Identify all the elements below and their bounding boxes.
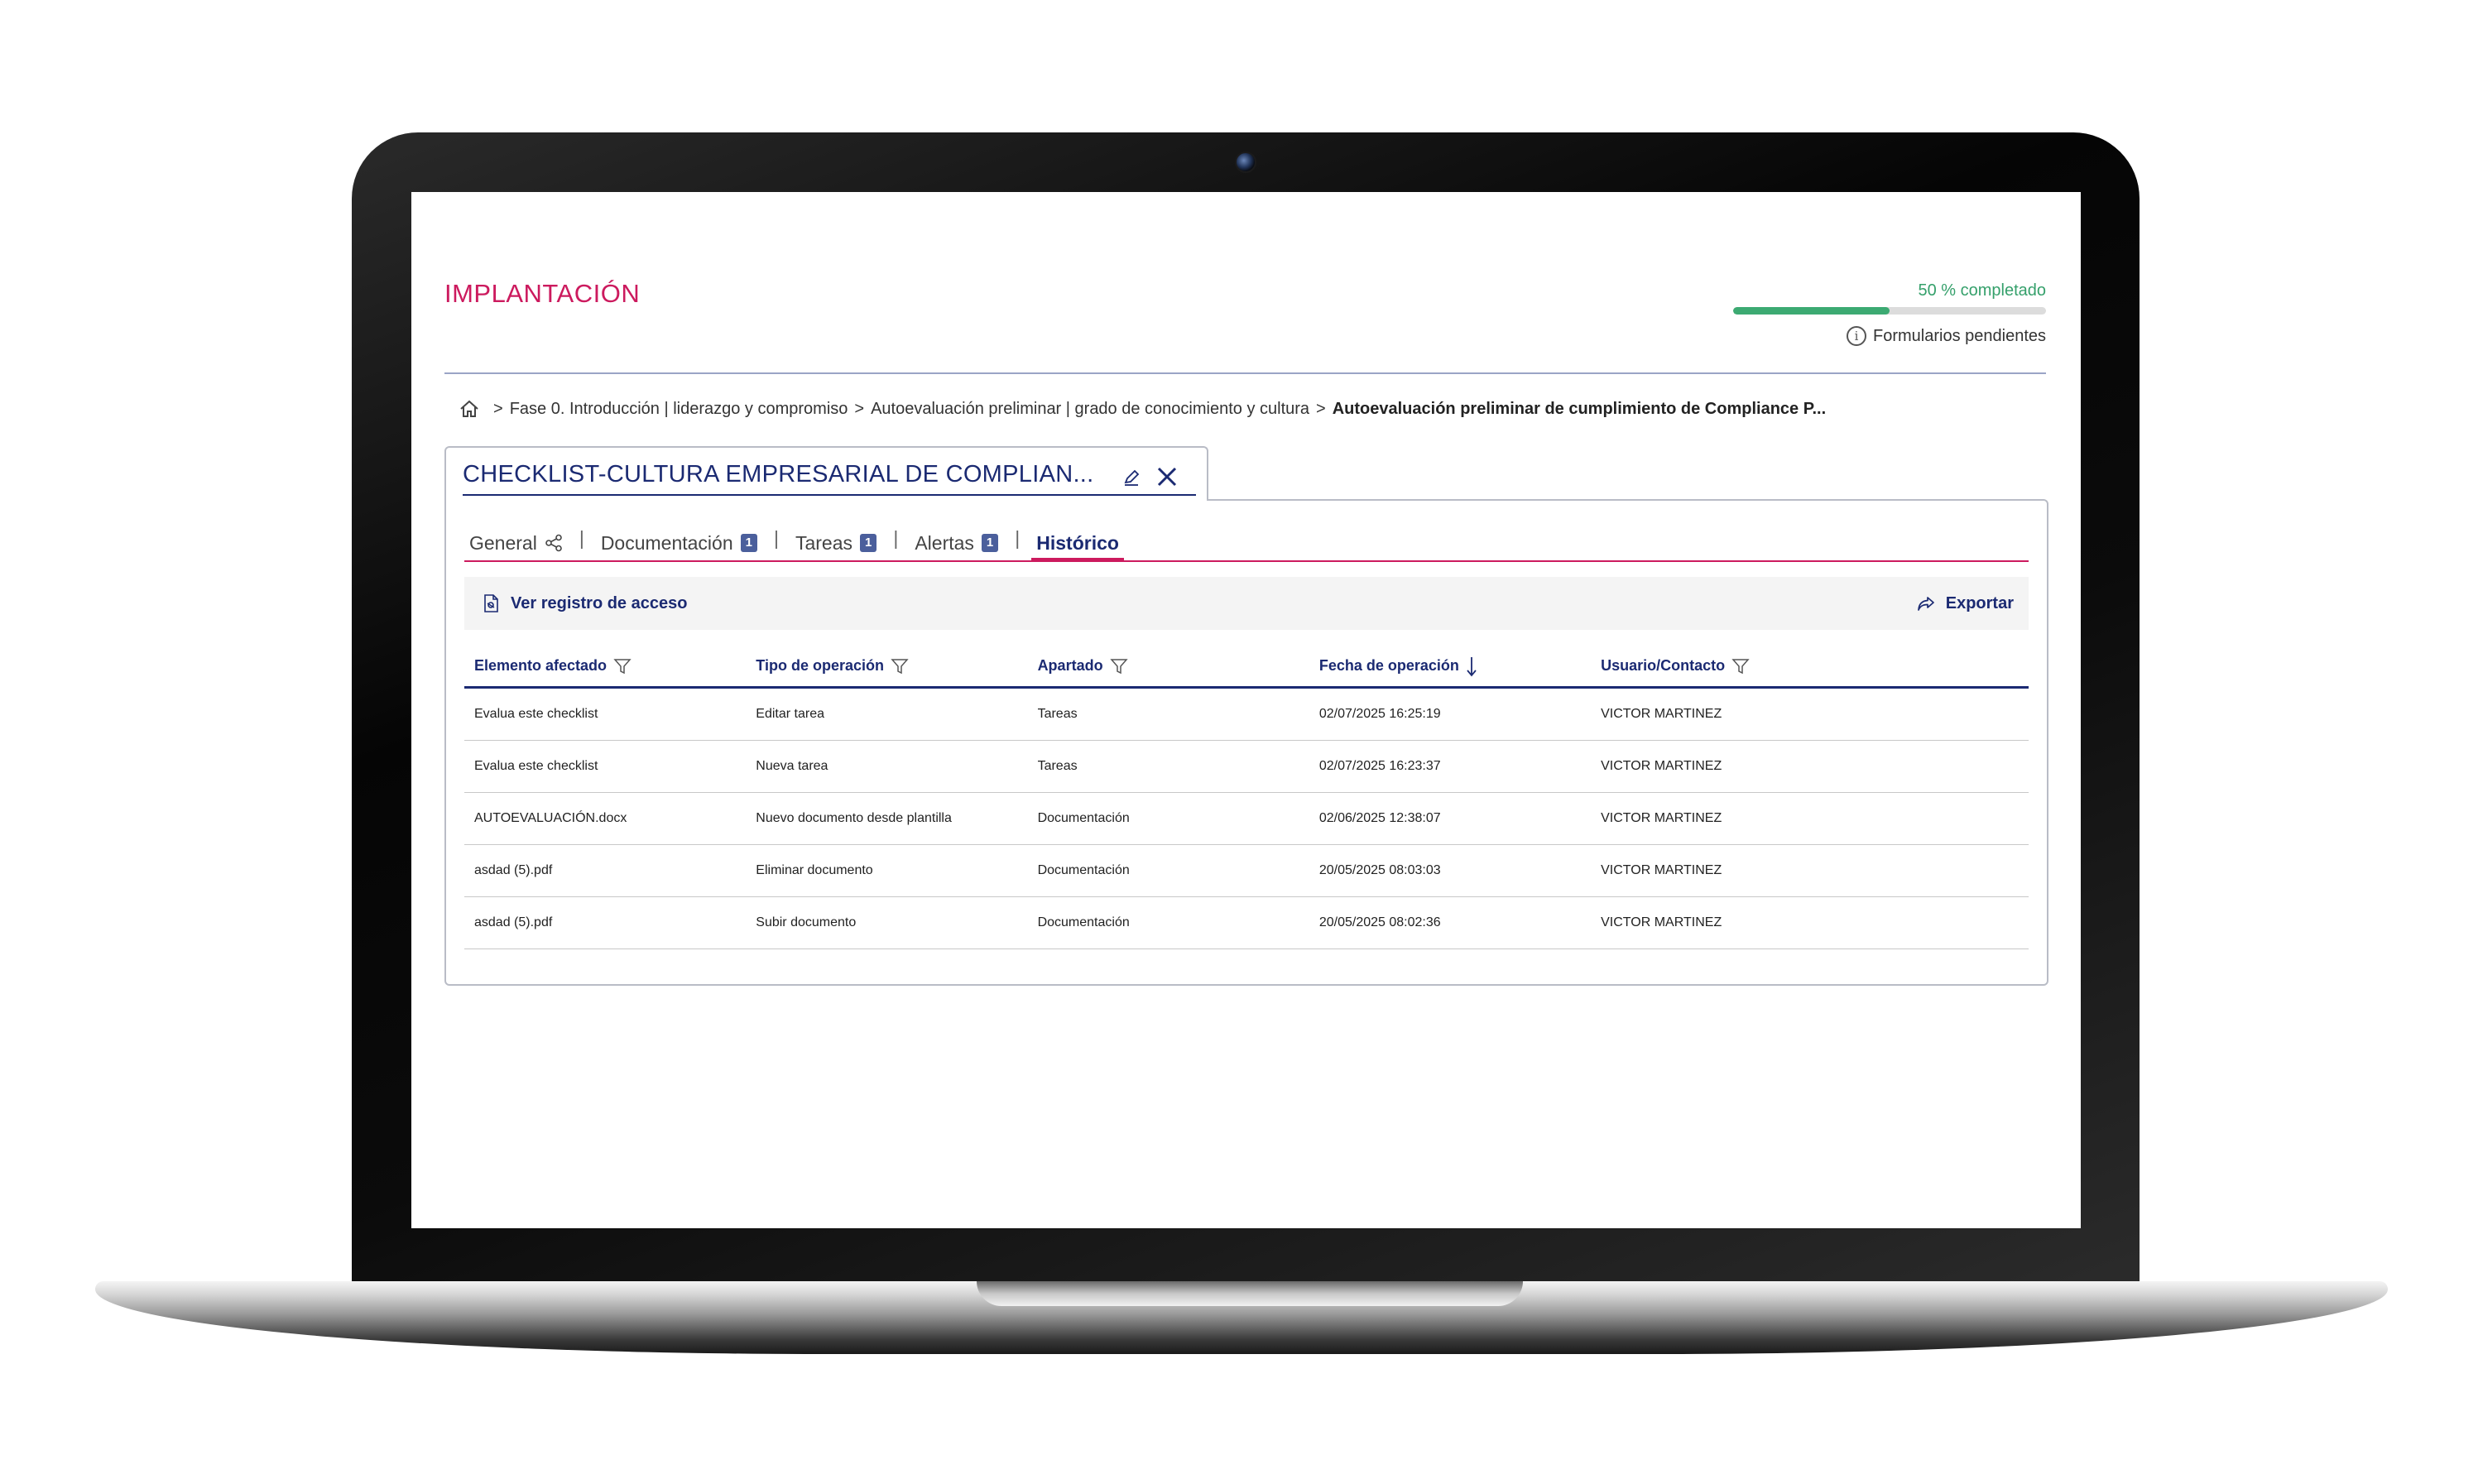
cell-usuario: VICTOR MARTINEZ xyxy=(1601,759,1722,773)
sort-down-icon[interactable] xyxy=(1466,656,1477,677)
column-header-apartado[interactable]: Apartado xyxy=(1028,657,1309,675)
export-icon xyxy=(1917,597,1934,611)
table-row[interactable]: AUTOEVALUACIÓN.docx Nuevo documento desd… xyxy=(464,793,2029,845)
cell-apartado: Documentación xyxy=(1037,863,1130,877)
close-icon[interactable] xyxy=(1155,464,1179,489)
tab-separator: | xyxy=(1015,527,1021,549)
cell-tipo: Nuevo documento desde plantilla xyxy=(756,811,952,825)
history-table: Elemento afectado Tipo de operación Apar… xyxy=(464,646,2029,949)
tab-separator: | xyxy=(773,527,779,549)
breadcrumb-separator: > xyxy=(493,399,503,418)
cell-apartado: Tareas xyxy=(1037,707,1078,721)
table-row[interactable]: Evalua este checklist Editar tarea Tarea… xyxy=(464,689,2029,741)
progress-label: 50 % completado xyxy=(1918,281,2046,300)
screen: IMPLANTACIÓN 50 % completado i Formulari… xyxy=(411,192,2081,1228)
home-icon[interactable] xyxy=(459,399,480,419)
table-row[interactable]: Evalua este checklist Nueva tarea Tareas… xyxy=(464,741,2029,793)
cell-usuario: VICTOR MARTINEZ xyxy=(1601,811,1722,825)
cell-elemento: asdad (5).pdf xyxy=(474,863,553,877)
tab-documentacion[interactable]: Documentación 1 xyxy=(596,526,762,560)
breadcrumb-item[interactable]: Autoevaluación preliminar | grado de con… xyxy=(871,400,1309,419)
breadcrumb: > Fase 0. Introducción | liderazgo y com… xyxy=(459,399,1826,419)
export-button[interactable]: Exportar xyxy=(1916,593,2014,613)
column-header-fecha[interactable]: Fecha de operación xyxy=(1309,656,1591,677)
tab-label: General xyxy=(469,531,537,554)
panel-tab: CHECKLIST-CULTURA EMPRESARIAL DE COMPLIA… xyxy=(444,446,1208,501)
webcam xyxy=(1235,151,1256,173)
cell-fecha: 02/07/2025 16:25:19 xyxy=(1318,707,1441,721)
cell-elemento: Evalua este checklist xyxy=(474,707,598,721)
cell-fecha: 02/07/2025 16:23:37 xyxy=(1318,759,1441,773)
cell-usuario: VICTOR MARTINEZ xyxy=(1601,707,1722,721)
panel-title: CHECKLIST-CULTURA EMPRESARIAL DE COMPLIA… xyxy=(463,461,1094,487)
column-header-elemento[interactable]: Elemento afectado xyxy=(464,657,746,675)
breadcrumb-separator: > xyxy=(1316,399,1326,418)
cell-fecha: 20/05/2025 08:03:03 xyxy=(1318,863,1441,877)
cell-apartado: Documentación xyxy=(1037,811,1130,825)
cell-elemento: Evalua este checklist xyxy=(474,759,598,773)
tab-separator: | xyxy=(893,527,899,549)
filter-icon[interactable] xyxy=(613,657,632,675)
tab-label: Alertas xyxy=(915,531,974,554)
page-title: IMPLANTACIÓN xyxy=(444,279,641,308)
panel: General | Documentación 1 | Tareas 1 | A… xyxy=(444,499,2048,986)
filter-icon[interactable] xyxy=(1731,657,1750,675)
progress-bar xyxy=(1733,307,2046,315)
panel-title-underline xyxy=(463,494,1196,496)
table-header: Elemento afectado Tipo de operación Apar… xyxy=(464,646,2029,689)
progress-section: 50 % completado i Formularios pendientes xyxy=(1723,281,2046,346)
tab-general[interactable]: General xyxy=(464,526,568,560)
share-icon xyxy=(545,534,562,552)
column-label: Apartado xyxy=(1037,657,1103,674)
column-header-usuario[interactable]: Usuario/Contacto xyxy=(1591,657,2029,675)
toolbar: Ver registro de acceso Exportar xyxy=(464,577,2029,630)
export-label: Exportar xyxy=(1945,593,2014,612)
document-icon xyxy=(484,594,498,612)
cell-elemento: asdad (5).pdf xyxy=(474,915,553,929)
tab-label: Histórico xyxy=(1036,531,1119,554)
cell-usuario: VICTOR MARTINEZ xyxy=(1601,863,1722,877)
tab-tareas[interactable]: Tareas 1 xyxy=(790,526,881,560)
tab-historico[interactable]: Histórico xyxy=(1031,526,1124,562)
cell-elemento: AUTOEVALUACIÓN.docx xyxy=(474,811,627,825)
cell-tipo: Editar tarea xyxy=(756,707,824,721)
cell-apartado: Documentación xyxy=(1037,915,1130,929)
breadcrumb-current: Autoevaluación preliminar de cumplimient… xyxy=(1332,399,1827,418)
count-badge: 1 xyxy=(740,534,757,552)
column-label: Tipo de operación xyxy=(756,657,884,674)
cell-fecha: 20/05/2025 08:02:36 xyxy=(1318,915,1441,929)
tab-label: Tareas xyxy=(795,531,852,554)
access-log-button[interactable]: Ver registro de acceso xyxy=(481,593,687,613)
column-label: Fecha de operación xyxy=(1318,657,1459,674)
header-divider xyxy=(444,372,2046,374)
count-badge: 1 xyxy=(981,534,999,552)
column-label: Elemento afectado xyxy=(474,657,608,674)
cell-usuario: VICTOR MARTINEZ xyxy=(1601,915,1722,929)
breadcrumb-item[interactable]: Fase 0. Introducción | liderazgo y compr… xyxy=(510,400,848,419)
info-icon: i xyxy=(1847,326,1866,346)
pending-forms-label: Formularios pendientes xyxy=(1873,326,2046,345)
column-label: Usuario/Contacto xyxy=(1601,657,1726,674)
tab-label: Documentación xyxy=(600,531,733,554)
edit-icon[interactable] xyxy=(1121,468,1141,487)
cell-tipo: Subir documento xyxy=(756,915,857,929)
cell-tipo: Nueva tarea xyxy=(756,759,828,773)
tab-separator: | xyxy=(579,527,584,549)
count-badge: 1 xyxy=(860,534,877,552)
pending-forms-link[interactable]: i Formularios pendientes xyxy=(1723,326,2046,346)
cell-apartado: Tareas xyxy=(1037,759,1078,773)
column-header-tipo[interactable]: Tipo de operación xyxy=(746,657,1027,675)
table-row[interactable]: asdad (5).pdf Eliminar documento Documen… xyxy=(464,845,2029,897)
filter-icon[interactable] xyxy=(891,657,909,675)
cell-fecha: 02/06/2025 12:38:07 xyxy=(1318,811,1441,825)
progress-fill xyxy=(1733,307,1890,315)
table-row[interactable]: asdad (5).pdf Subir documento Documentac… xyxy=(464,897,2029,949)
tab-bar: General | Documentación 1 | Tareas 1 | A… xyxy=(464,526,2029,562)
access-log-label: Ver registro de acceso xyxy=(511,593,688,612)
laptop-base-notch xyxy=(977,1281,1523,1306)
breadcrumb-separator: > xyxy=(854,399,865,418)
cell-tipo: Eliminar documento xyxy=(756,863,873,877)
tab-alertas[interactable]: Alertas 1 xyxy=(910,526,1003,560)
filter-icon[interactable] xyxy=(1109,657,1128,675)
